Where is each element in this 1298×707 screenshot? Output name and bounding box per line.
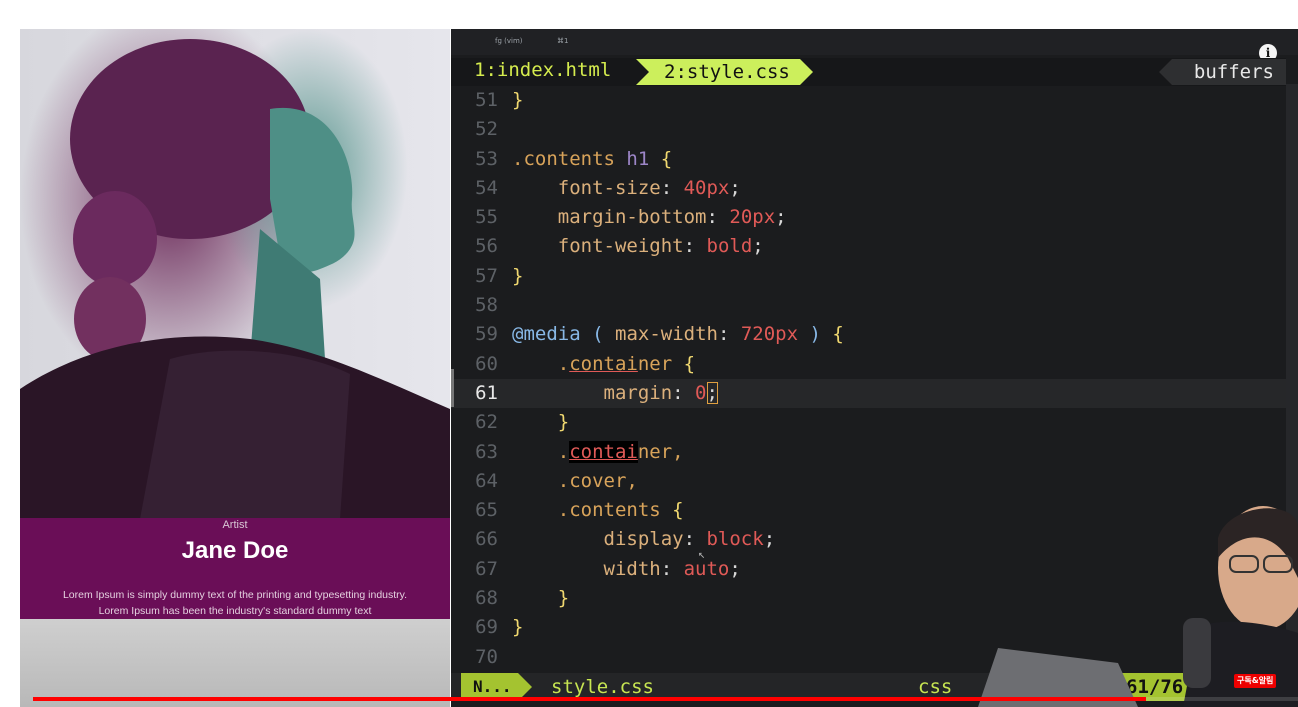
- profile-bio-line: Lorem Ipsum is simply dummy text of the …: [62, 589, 408, 601]
- code-line: 56 font-weight: bold;: [451, 232, 1286, 261]
- code-line: 59 @media ( max-width: 720px ) {: [451, 320, 1286, 349]
- code-token: width: [603, 557, 661, 580]
- line-number: 58: [475, 294, 498, 317]
- code-token: 0: [695, 381, 707, 404]
- code-token: .cover,: [557, 469, 638, 492]
- line-number: 70: [475, 645, 498, 668]
- line-number: 65: [475, 499, 498, 522]
- code-line: 62 }: [451, 408, 1286, 437]
- browser-preview: Artist Jane Doe Lorem Ipsum is simply du…: [20, 29, 450, 707]
- code-token: 720px: [740, 323, 799, 346]
- code-line: 51}: [451, 86, 1286, 115]
- line-number: 64: [475, 469, 498, 492]
- window-title-bar: fg (vim) ⌘1: [451, 29, 1298, 55]
- video-progress-bar[interactable]: [33, 697, 1298, 701]
- code-token: margin-bottom: [557, 206, 707, 229]
- code-token: ner,: [637, 440, 684, 463]
- code-token: .: [557, 440, 570, 463]
- line-number: 61: [475, 381, 498, 404]
- line-number: 62: [475, 411, 498, 434]
- code-token: .contents: [512, 147, 615, 170]
- code-token: display: [603, 528, 684, 551]
- code-token: {: [660, 147, 673, 170]
- code-token: }: [512, 616, 524, 639]
- code-token: {: [683, 352, 696, 375]
- profile-bio-line: Lorem Ipsum has been the industry's stan…: [98, 605, 372, 617]
- profile-bio: Lorem Ipsum is simply dummy text of the …: [20, 587, 450, 619]
- line-number: 51: [475, 89, 498, 111]
- code-token: }: [557, 411, 570, 434]
- line-number: 55: [475, 206, 498, 229]
- code-token: font-weight: [557, 235, 684, 258]
- line-number: 66: [475, 528, 498, 551]
- tab-style-css[interactable]: 2:style.css: [636, 59, 813, 85]
- search-match-current: contai: [569, 440, 638, 463]
- code-token: }: [557, 587, 570, 610]
- line-number: 53: [475, 147, 498, 170]
- code-token: margin: [603, 381, 673, 404]
- pane-divider-handle[interactable]: [451, 369, 454, 407]
- code-line: 58: [451, 291, 1286, 320]
- code-line-current: 61 margin: 0;: [451, 378, 1286, 409]
- code-token: .: [557, 352, 570, 375]
- code-token: max-width: [615, 323, 718, 346]
- code-line: 52: [451, 115, 1286, 144]
- tab-index-html[interactable]: 1:index.html: [474, 59, 611, 81]
- code-line: 55 margin-bottom: 20px;: [451, 203, 1286, 232]
- code-token: @media: [512, 323, 581, 346]
- line-number: 54: [475, 176, 498, 199]
- text-cursor: ;: [706, 381, 718, 404]
- profile-card: Artist Jane Doe Lorem Ipsum is simply du…: [20, 518, 450, 619]
- window-title: fg (vim): [495, 37, 523, 45]
- code-token: ner: [637, 352, 673, 375]
- code-line: 64 .cover,: [451, 467, 1286, 496]
- vim-tabline: 1:index.html 2:style.css buffers: [451, 58, 1286, 86]
- code-line: 60 .container {: [451, 350, 1286, 379]
- profile-role: Artist: [222, 519, 248, 531]
- line-number: 69: [475, 616, 498, 639]
- code-line: 53 .contents h1 {: [451, 145, 1286, 174]
- code-token: 40px: [683, 176, 730, 199]
- code-line: 54 font-size: 40px;: [451, 174, 1286, 203]
- code-token: {: [672, 499, 684, 522]
- code-token: auto: [683, 557, 730, 580]
- code-token: ): [809, 323, 821, 346]
- buffers-label[interactable]: buffers: [1158, 59, 1286, 85]
- line-number: 59: [475, 323, 498, 346]
- profile-name: Jane Doe: [181, 537, 289, 564]
- line-number: 63: [475, 440, 498, 463]
- line-number: 57: [475, 264, 498, 287]
- line-number: 52: [475, 118, 498, 141]
- line-number: 67: [475, 557, 498, 580]
- window-shortcut: ⌘1: [557, 37, 569, 45]
- code-line: 63 .container,: [451, 438, 1286, 467]
- video-progress-fill: [33, 697, 1147, 701]
- line-number: 56: [475, 235, 498, 258]
- code-token: 20px: [729, 206, 776, 229]
- artist-photo: [20, 29, 450, 519]
- code-token: }: [512, 264, 524, 287]
- code-token: (: [592, 323, 604, 346]
- code-token: block: [706, 528, 764, 551]
- code-token: .contents: [557, 499, 661, 522]
- portrait-illustration: [20, 39, 450, 519]
- code-line: 57}: [451, 262, 1286, 291]
- code-token: }: [512, 89, 524, 111]
- line-number: 68: [475, 587, 498, 610]
- code-token: font-size: [557, 176, 661, 199]
- code-token: h1: [626, 147, 650, 170]
- code-token: {: [832, 323, 844, 346]
- subscribe-badge[interactable]: 구독&알림: [1234, 674, 1277, 688]
- search-match: contai: [569, 352, 638, 375]
- code-token: bold: [706, 235, 753, 258]
- preview-footer-area: [20, 619, 450, 707]
- line-number: 60: [475, 352, 498, 375]
